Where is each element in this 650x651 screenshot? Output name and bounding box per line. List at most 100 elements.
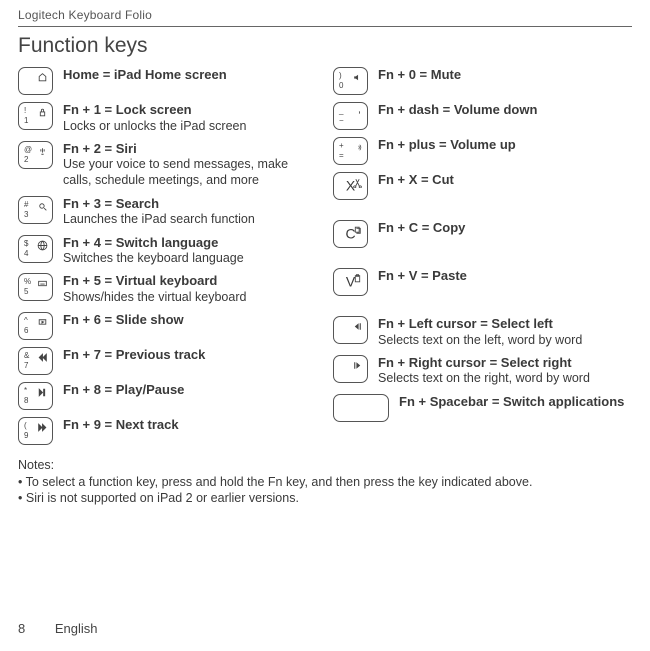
function-key-entry: _− Fn + dash = Volume down [333,102,632,130]
notes-label: Notes: [18,458,632,474]
lock-icon [37,107,48,120]
keycap [333,394,389,422]
entry-text: Fn + V = Paste [378,268,467,284]
entry-title: Fn + Spacebar = Switch applications [399,394,624,410]
prev-icon [37,352,48,365]
siri-icon [37,146,48,159]
function-key-columns: Home = iPad Home screen !1 Fn + 1 = Lock s… [18,67,632,452]
home-icon [37,72,48,85]
entry-title: Fn + Right cursor = Select right [378,355,590,371]
entry-title: Fn + 5 = Virtual keyboard [63,273,246,289]
entry-text: Fn + 0 = Mute [378,67,461,83]
keycap: _− [333,102,368,130]
keycap: V [333,268,368,296]
keycap: *8 [18,382,53,410]
entry-title: Fn + 1 = Lock screen [63,102,246,118]
keycap: @2 [18,141,53,169]
volup-icon [352,142,363,155]
function-key-entry: Fn + Right cursor = Select rightSelects … [333,355,632,387]
entry-desc: Launches the iPad search function [63,212,255,228]
entry-text: Fn + 3 = SearchLaunches the iPad search … [63,196,255,228]
entry-text: Fn + 9 = Next track [63,417,179,433]
function-key-entry: #3 Fn + 3 = SearchLaunches the iPad searc… [18,196,317,228]
keycap: X [333,172,368,200]
function-key-entry: Fn + Spacebar = Switch applications [333,394,632,422]
entry-text: Fn + Spacebar = Switch applications [399,394,624,410]
notes-list: To select a function key, press and hold… [18,475,632,506]
function-key-entry: %5 Fn + 5 = Virtual keyboardShows/hides t… [18,273,317,305]
entry-desc: Shows/hides the virtual keyboard [63,290,246,306]
function-key-entry: &7 Fn + 7 = Previous track [18,347,317,375]
function-key-entry: +=Fn + plus = Volume up [333,137,632,165]
entry-title: Fn + 8 = Play/Pause [63,382,184,398]
notes-section: Notes: To select a function key, press a… [18,458,632,506]
function-key-entry: !1 Fn + 1 = Lock screenLocks or unlocks t… [18,102,317,134]
entry-title: Home = iPad Home screen [63,67,227,83]
entry-title: Fn + X = Cut [378,172,454,188]
voldown-icon [352,107,363,120]
entry-text: Fn + 4 = Switch languageSwitches the key… [63,235,244,267]
entry-text: Fn + 5 = Virtual keyboardShows/hides the… [63,273,246,305]
keycap [18,67,53,95]
entry-title: Fn + 4 = Switch language [63,235,244,251]
function-key-entry: @2 Fn + 2 = SiriUse your voice to send me… [18,141,317,189]
entry-text: Fn + 2 = SiriUse your voice to send mess… [63,141,317,189]
playpause-icon [37,387,48,400]
cut-icon [352,177,363,190]
keycap [333,316,368,344]
entry-title: Fn + dash = Volume down [378,102,537,118]
entry-desc: Selects text on the right, word by word [378,371,590,387]
entry-title: Fn + 6 = Slide show [63,312,184,328]
entry-text: Fn + 8 = Play/Pause [63,382,184,398]
keycap: %5 [18,273,53,301]
keycap: &7 [18,347,53,375]
function-key-entry: ^6 Fn + 6 = Slide show [18,312,317,340]
entry-text: Fn + Left cursor = Select leftSelects te… [378,316,582,348]
paste-icon [352,273,363,286]
entry-title: Fn + 9 = Next track [63,417,179,433]
keycap: )0 [333,67,368,95]
entry-desc: Locks or unlocks the iPad screen [63,119,246,135]
function-key-entry: Home = iPad Home screen [18,67,317,95]
copy-icon [352,225,363,238]
function-key-entry: V Fn + V = Paste [333,268,632,296]
entry-title: Fn + 3 = Search [63,196,255,212]
entry-text: Fn + plus = Volume up [378,137,516,153]
entry-text: Fn + C = Copy [378,220,465,236]
keycap: !1 [18,102,53,130]
keycap [333,355,368,383]
function-key-entry: Fn + Left cursor = Select leftSelects te… [333,316,632,348]
note-item: To select a function key, press and hold… [18,475,632,491]
next-icon [37,422,48,435]
function-key-entry: C Fn + C = Copy [333,220,632,248]
entry-title: Fn + plus = Volume up [378,137,516,153]
right-column: )0 Fn + 0 = Mute _− Fn + dash = Volume down… [333,67,632,452]
keycap: (9 [18,417,53,445]
globe-icon [37,240,48,253]
slideshow-icon [37,317,48,330]
entry-title: Fn + V = Paste [378,268,467,284]
entry-text: Fn + X = Cut [378,172,454,188]
mute-icon [352,72,363,85]
divider [18,26,632,27]
entry-text: Fn + 6 = Slide show [63,312,184,328]
keycap: $4 [18,235,53,263]
page-number: 8 [18,621,25,636]
keycap: ^6 [18,312,53,340]
product-name: Logitech Keyboard Folio [18,8,632,23]
page-footer: 8 English [18,621,98,637]
function-key-entry: X Fn + X = Cut [333,172,632,200]
function-key-entry: *8 Fn + 8 = Play/Pause [18,382,317,410]
left-column: Home = iPad Home screen !1 Fn + 1 = Lock s… [18,67,317,452]
entry-title: Fn + 7 = Previous track [63,347,205,363]
keycap: #3 [18,196,53,224]
search-icon [37,201,48,214]
entry-text: Fn + 1 = Lock screenLocks or unlocks the… [63,102,246,134]
keyboard-icon [37,278,48,291]
entry-text: Fn + Right cursor = Select rightSelects … [378,355,590,387]
entry-title: Fn + C = Copy [378,220,465,236]
entry-desc: Selects text on the left, word by word [378,333,582,349]
page-title: Function keys [18,33,632,59]
keycap: C [333,220,368,248]
function-key-entry: $4 Fn + 4 = Switch languageSwitches the k… [18,235,317,267]
